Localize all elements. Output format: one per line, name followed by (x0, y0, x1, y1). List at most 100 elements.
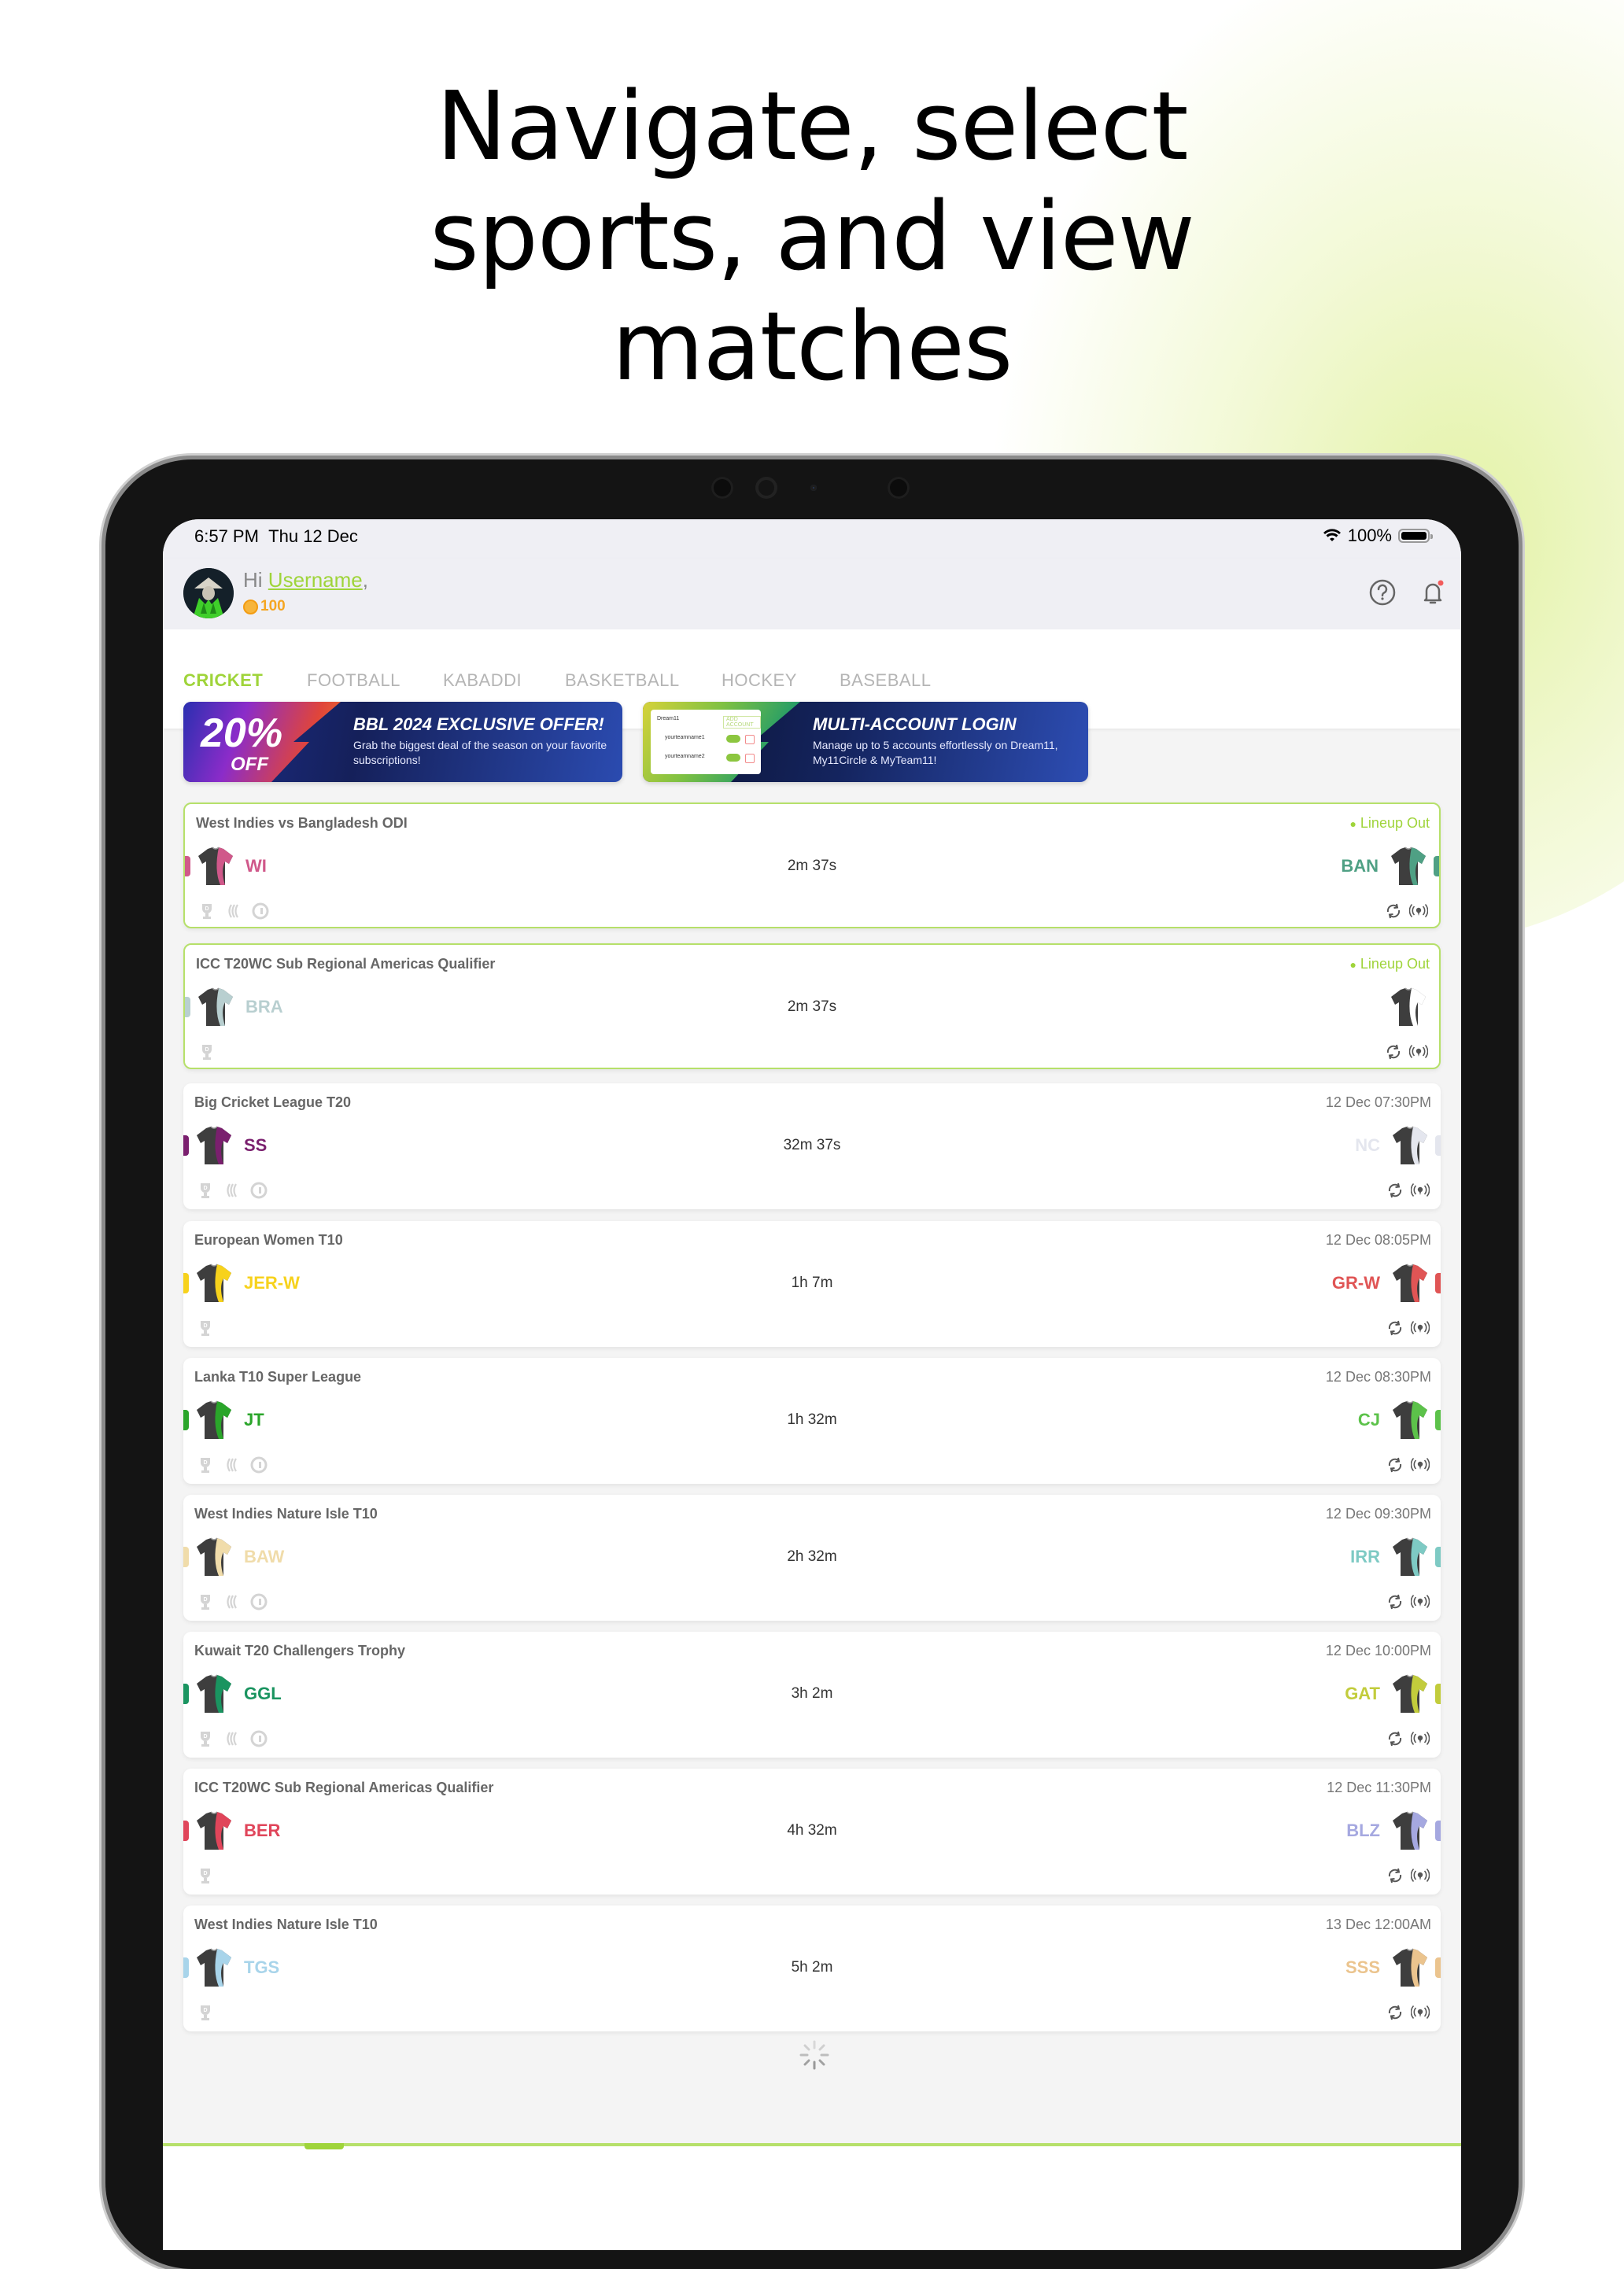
status-text: 12 Dec 11:30PM (1327, 1780, 1431, 1795)
team-away: NC (1350, 1126, 1441, 1165)
svg-text:D: D (203, 1734, 207, 1740)
platform-icons: D (196, 2003, 215, 2022)
multi-account-banner[interactable]: Dream11 ADD ACCOUNT yourteamname1 yourte… (643, 702, 1088, 782)
refresh-icon[interactable] (1384, 1042, 1403, 1061)
countdown-timer: 4h 32m (787, 1822, 837, 1839)
team-color-tab (1434, 856, 1439, 876)
match-card[interactable]: Lanka T10 Super League 12 Dec 08:30PM JT… (183, 1358, 1441, 1484)
headline-line-2: sports, and view (430, 183, 1195, 292)
card-actions (1386, 1455, 1430, 1474)
refresh-icon[interactable] (1386, 1181, 1404, 1200)
match-card[interactable]: European Women T10 12 Dec 08:05PM JER-W … (183, 1221, 1441, 1347)
live-broadcast-icon[interactable] (1411, 1319, 1430, 1337)
status-text: 12 Dec 08:05PM (1325, 1232, 1431, 1248)
svg-text:D: D (203, 1186, 207, 1191)
live-broadcast-icon[interactable] (1411, 1729, 1430, 1748)
refresh-icon[interactable] (1384, 902, 1403, 921)
status-text: 12 Dec 10:00PM (1325, 1643, 1431, 1658)
battery-icon (1398, 529, 1433, 543)
offer-banner[interactable]: 20% OFF BBL 2024 EXCLUSIVE OFFER! Grab t… (183, 702, 622, 782)
league-name: ICC T20WC Sub Regional Americas Qualifie… (196, 956, 496, 972)
team-color-tab (1435, 1684, 1441, 1704)
team-code: BAN (1341, 856, 1379, 876)
match-card[interactable]: Kuwait T20 Challengers Trophy 12 Dec 10:… (183, 1632, 1441, 1758)
lineup-status: ● Lineup Out (1349, 956, 1430, 972)
camera-indicator (810, 485, 817, 491)
tab-baseball[interactable]: BASEBALL (840, 670, 932, 691)
live-broadcast-icon[interactable] (1411, 1592, 1430, 1611)
svg-text:D: D (203, 1597, 207, 1603)
dream11-icon: D (202, 904, 212, 919)
username-link[interactable]: Username (268, 568, 363, 592)
league-name: ICC T20WC Sub Regional Americas Qualifie… (194, 1780, 494, 1795)
status-text: Lineup Out (1360, 815, 1430, 831)
tab-cricket[interactable]: CRICKET (183, 670, 263, 691)
refresh-icon[interactable] (1386, 1729, 1404, 1748)
team-code: GAT (1345, 1684, 1380, 1703)
live-broadcast-icon[interactable] (1411, 1181, 1430, 1200)
status-bar: 6:57 PM Thu 12 Dec 100% (163, 519, 1461, 559)
my11circle-icon (228, 904, 238, 918)
match-card[interactable]: Big Cricket League T20 12 Dec 07:30PM SS… (183, 1083, 1441, 1209)
match-card[interactable]: West Indies Nature Isle T10 12 Dec 09:30… (183, 1495, 1441, 1621)
loading-spinner-icon (799, 2040, 829, 2070)
live-broadcast-icon[interactable] (1411, 1455, 1430, 1474)
team-away: BAN (1336, 847, 1439, 886)
discount-label: OFF (231, 754, 268, 775)
dream11-icon: D (201, 1869, 210, 1883)
live-broadcast-icon[interactable] (1411, 2003, 1430, 2022)
match-card[interactable]: ICC T20WC Sub Regional Americas Qualifie… (183, 1769, 1441, 1895)
team-jersey-icon (1393, 1537, 1427, 1576)
platform-icons: D (196, 1866, 215, 1885)
my11circle-icon (227, 1595, 237, 1609)
help-circle-icon[interactable] (1367, 577, 1398, 608)
team-color-tab (1435, 1547, 1441, 1567)
my11circle-icon (227, 1732, 237, 1746)
device-volume-down-button (1519, 684, 1525, 771)
tab-kabaddi[interactable]: KABADDI (443, 670, 522, 691)
refresh-icon[interactable] (1386, 1455, 1404, 1474)
bell-icon[interactable] (1417, 577, 1449, 608)
app-screen: 6:57 PM Thu 12 Dec 100% Hi Username, 100… (163, 519, 1461, 2250)
refresh-icon[interactable] (1386, 1319, 1404, 1337)
match-card[interactable]: West Indies vs Bangladesh ODI ● Lineup O… (183, 802, 1441, 928)
my11circle-icon (227, 1183, 237, 1197)
league-name: West Indies vs Bangladesh ODI (196, 815, 408, 831)
coin-balance: 100 (243, 598, 286, 615)
platform-icons: D (197, 1042, 216, 1061)
my11circle-icon (227, 1458, 237, 1472)
svg-text:D: D (205, 1047, 209, 1053)
live-broadcast-icon[interactable] (1409, 1042, 1428, 1061)
tab-basketball[interactable]: BASKETBALL (565, 670, 680, 691)
card-actions (1386, 1592, 1430, 1611)
refresh-icon[interactable] (1386, 1592, 1404, 1611)
bottom-nav-active-indicator (304, 2143, 344, 2149)
match-start-time: 12 Dec 11:30PM (1327, 1780, 1431, 1796)
preview-app-name: Dream11 (657, 716, 680, 721)
preview-delete-2 (745, 754, 755, 763)
league-name: West Indies Nature Isle T10 (194, 1917, 378, 1932)
team-color-tab (1435, 1821, 1441, 1841)
refresh-icon[interactable] (1386, 2003, 1404, 2022)
refresh-icon[interactable] (1386, 1866, 1404, 1885)
team-color-tab (1435, 1273, 1441, 1293)
match-card[interactable]: West Indies Nature Isle T10 13 Dec 12:00… (183, 1906, 1441, 2031)
avatar[interactable] (183, 568, 234, 618)
banner-subtitle: Grab the biggest deal of the season on y… (353, 739, 607, 766)
svg-text:D: D (203, 2008, 207, 2013)
team-jersey-icon (1391, 987, 1426, 1026)
status-text: 12 Dec 09:30PM (1325, 1506, 1431, 1522)
team-jersey-icon (1393, 1674, 1427, 1713)
team-code: SSS (1345, 1957, 1380, 1977)
live-broadcast-icon[interactable] (1409, 902, 1428, 921)
tab-hockey[interactable]: HOCKEY (722, 670, 797, 691)
preview-add-account: ADD ACCOUNT (723, 716, 761, 729)
live-broadcast-icon[interactable] (1411, 1866, 1430, 1885)
platform-icons: D (196, 1592, 268, 1611)
team-jersey-icon (1393, 1126, 1427, 1164)
team-code: CJ (1357, 1410, 1380, 1430)
tab-football[interactable]: FOOTBALL (307, 670, 400, 691)
dream11-icon: D (201, 2005, 210, 2020)
card-actions (1386, 1181, 1430, 1200)
match-card[interactable]: ICC T20WC Sub Regional Americas Qualifie… (183, 943, 1441, 1069)
